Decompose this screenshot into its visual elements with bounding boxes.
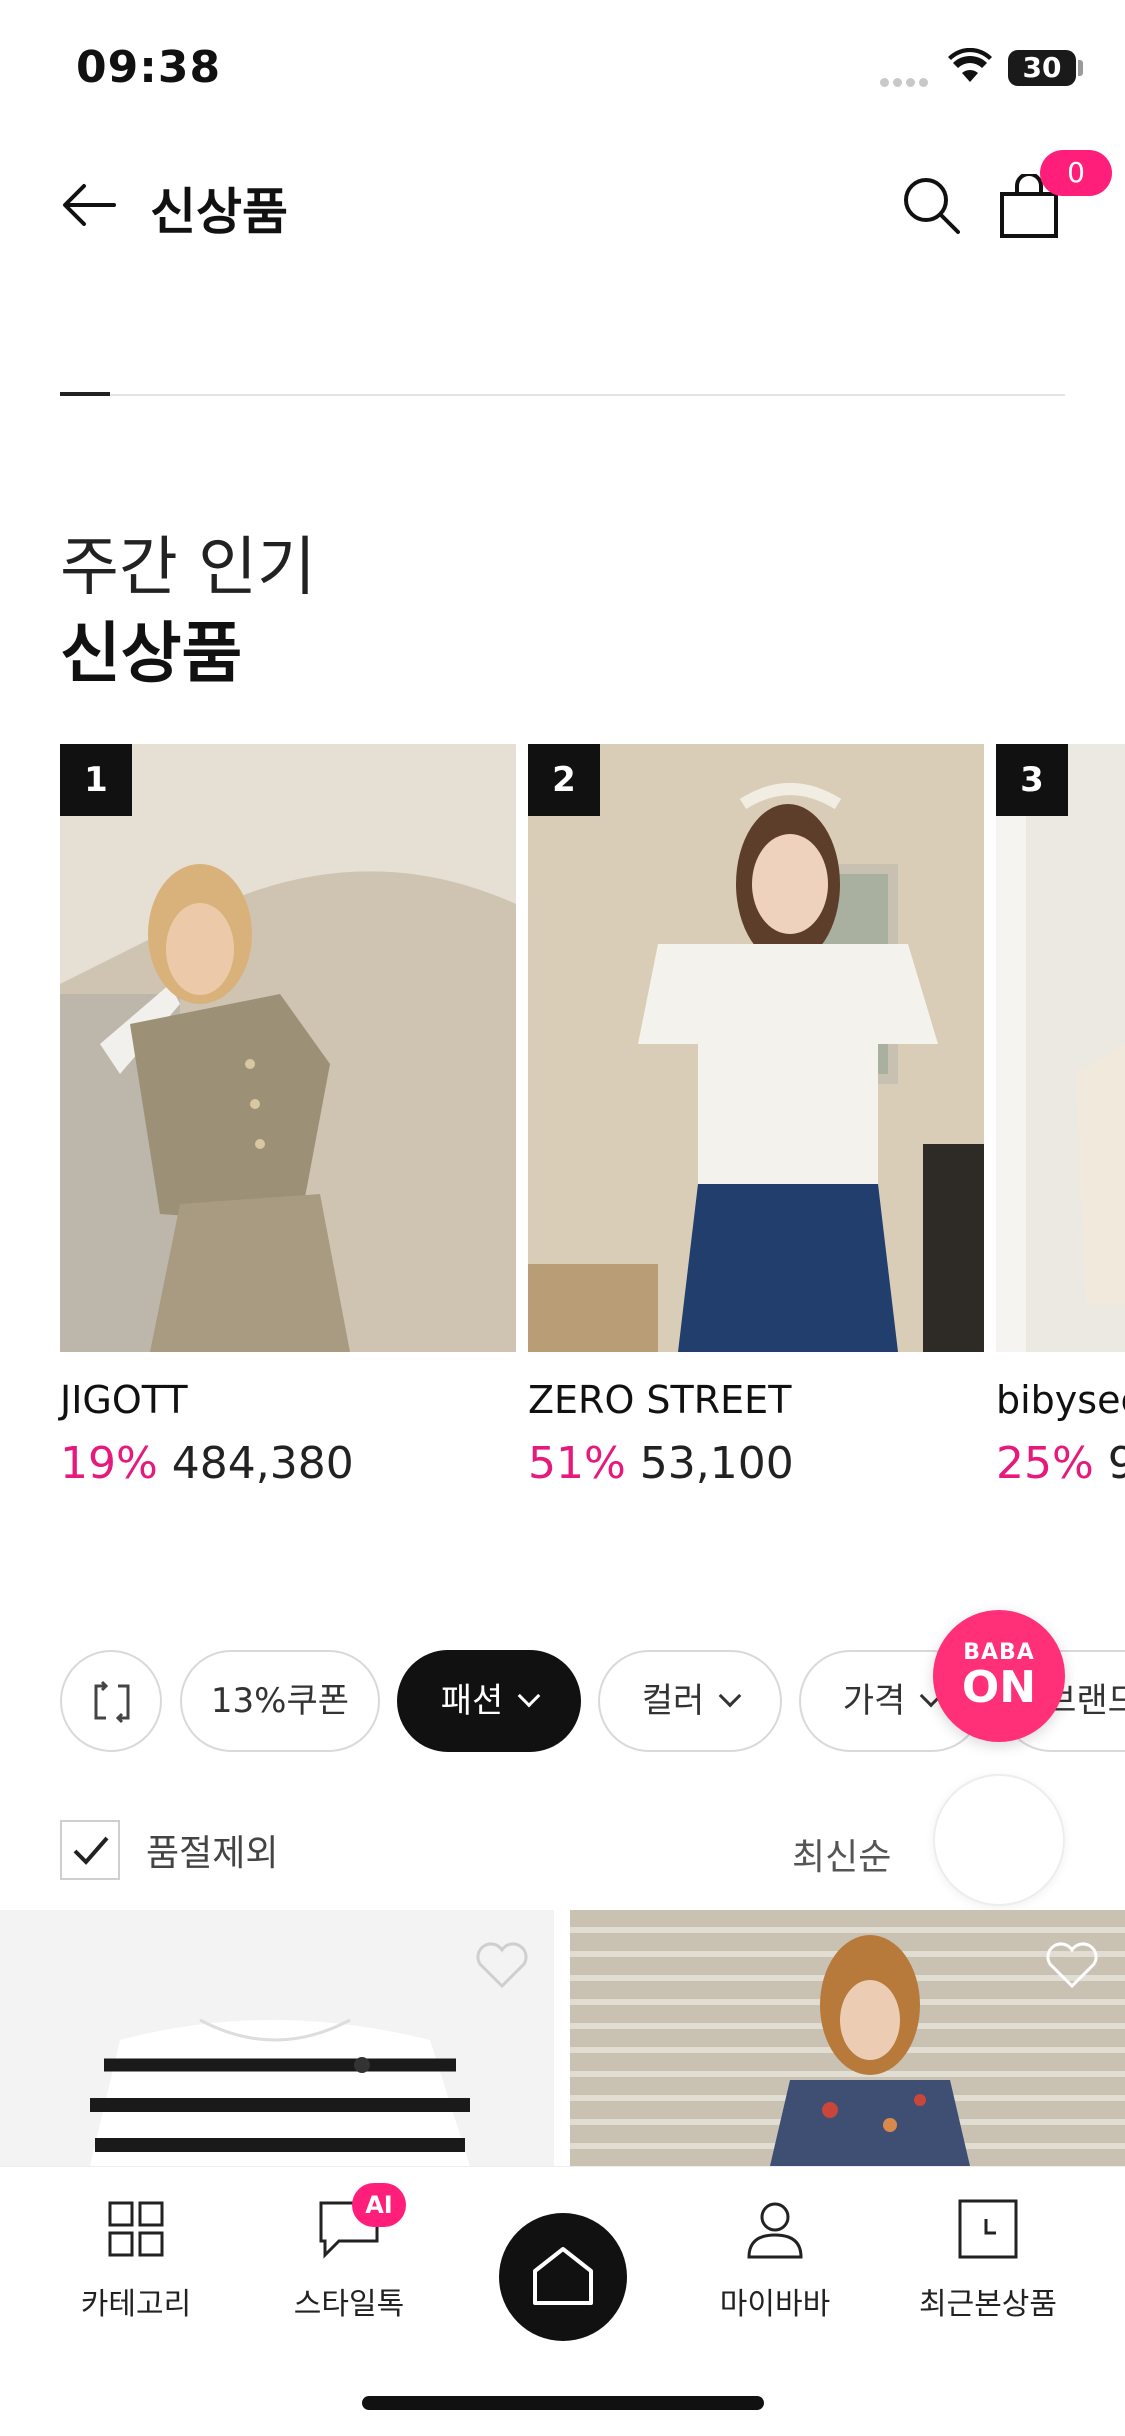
cart-count-badge: 0 — [1040, 150, 1112, 196]
rank-card[interactable]: 3 bibysec 25% 9 — [996, 744, 1125, 1489]
battery-indicator: 30 — [1008, 50, 1076, 86]
rank-number: 3 — [996, 744, 1068, 816]
sale-price: 484,380 — [171, 1438, 354, 1489]
model-photo — [60, 744, 516, 1352]
discount-rate: 51% — [528, 1438, 626, 1489]
discount-rate: 25% — [996, 1438, 1094, 1489]
person-icon — [747, 2202, 803, 2259]
status-time: 09:38 — [76, 42, 222, 93]
app-header: 신상품 0 — [0, 150, 1125, 260]
wifi-icon — [948, 48, 992, 82]
price-row: 25% 9 — [996, 1438, 1125, 1489]
color-filter-label: 컬러 — [641, 1681, 705, 1721]
model-photo — [996, 744, 1125, 1352]
baba-on-live-button[interactable]: BABA ON — [933, 1610, 1065, 1742]
rank-card[interactable]: 2 ZERO STREET 51% 53,100 — [528, 744, 984, 1489]
fashion-filter-chip[interactable]: 패션 — [397, 1650, 581, 1752]
product-image[interactable]: 3 — [996, 744, 1125, 1352]
price-row: 19% 484,380 — [60, 1438, 516, 1489]
home-indicator[interactable] — [362, 2396, 764, 2410]
sale-price: 53,100 — [639, 1438, 794, 1489]
section-title: 신상품 — [60, 615, 243, 692]
nav-my-baba[interactable]: 마이바바 — [685, 2197, 865, 2323]
checkmark-icon — [73, 1836, 109, 1865]
section-eyebrow: 주간 인기 — [60, 531, 316, 605]
heart-icon[interactable] — [474, 1940, 530, 1990]
nav-recent[interactable]: 최근본상품 — [898, 2197, 1078, 2323]
exclude-sold-out-label[interactable]: 품절제외 — [146, 1824, 278, 1876]
nav-style-talk[interactable]: 스타일톡 — [259, 2197, 439, 2323]
discount-rate: 19% — [60, 1438, 158, 1489]
exclude-sold-out-checkbox[interactable] — [60, 1820, 120, 1880]
nav-category-label: 카테고리 — [80, 2287, 192, 2322]
model-photo — [528, 744, 984, 1352]
fashion-filter-label: 패션 — [440, 1681, 504, 1721]
nav-my-baba-label: 마이바바 — [719, 2287, 831, 2322]
signal-dots-icon — [880, 72, 932, 87]
nav-home-button[interactable] — [499, 2213, 627, 2341]
rank-card[interactable]: 1 JIGOTT 19% 484,380 — [60, 744, 516, 1489]
battery-level: 30 — [1022, 51, 1062, 84]
product-photo — [90, 2018, 470, 2166]
product-tile[interactable] — [570, 1910, 1125, 2166]
baba-on-bottom-label: ON — [961, 1662, 1037, 1713]
nav-style-talk-label: 스타일톡 — [293, 2287, 405, 2322]
product-tile[interactable] — [0, 1910, 554, 2166]
baba-on-top-label: BABA — [963, 1640, 1035, 1665]
brand-name: bibysec — [996, 1378, 1125, 1422]
recent-clock-icon — [958, 2199, 1018, 2259]
price-filter-label: 가격 — [842, 1681, 906, 1721]
heart-icon[interactable] — [1044, 1940, 1100, 1990]
chevron-down-icon — [718, 1684, 742, 1708]
battery-cap — [1078, 60, 1083, 76]
home-icon — [533, 2247, 593, 2305]
grid-icon — [108, 2201, 164, 2257]
refresh-icon — [94, 1680, 130, 1724]
search-icon[interactable] — [900, 174, 962, 236]
nav-category[interactable]: 카테고리 — [46, 2197, 226, 2323]
page-title: 신상품 — [150, 183, 288, 241]
tab-divider — [60, 394, 1065, 396]
color-filter-chip[interactable]: 컬러 — [598, 1650, 782, 1752]
scroll-top-button[interactable] — [933, 1774, 1065, 1906]
rank-number: 2 — [528, 744, 600, 816]
chevron-down-icon — [517, 1684, 541, 1708]
product-photo — [570, 1910, 1125, 2166]
sale-price: 9 — [1107, 1438, 1125, 1489]
tab-indicator — [60, 392, 110, 396]
rank-number: 1 — [60, 744, 132, 816]
back-arrow-icon[interactable] — [60, 180, 118, 230]
brand-name: JIGOTT — [60, 1378, 188, 1422]
sort-dropdown[interactable]: 최신순 — [792, 1828, 891, 1880]
product-image[interactable]: 1 — [60, 744, 516, 1352]
product-grid[interactable] — [0, 1910, 1125, 2166]
price-row: 51% 53,100 — [528, 1438, 984, 1489]
reset-filter-button[interactable] — [60, 1650, 162, 1752]
brand-name: ZERO STREET — [528, 1378, 792, 1422]
coupon-filter-chip[interactable]: 13%쿠폰 — [180, 1650, 380, 1752]
weekly-ranking-carousel[interactable]: 1 JIGOTT 19% 484,380 2 ZERO STREET 51% 5… — [0, 744, 1125, 1524]
ai-badge: AI — [352, 2183, 406, 2227]
status-bar: 09:38 30 — [0, 0, 1125, 130]
nav-recent-label: 최근본상품 — [919, 2287, 1057, 2322]
product-image[interactable]: 2 — [528, 744, 984, 1352]
